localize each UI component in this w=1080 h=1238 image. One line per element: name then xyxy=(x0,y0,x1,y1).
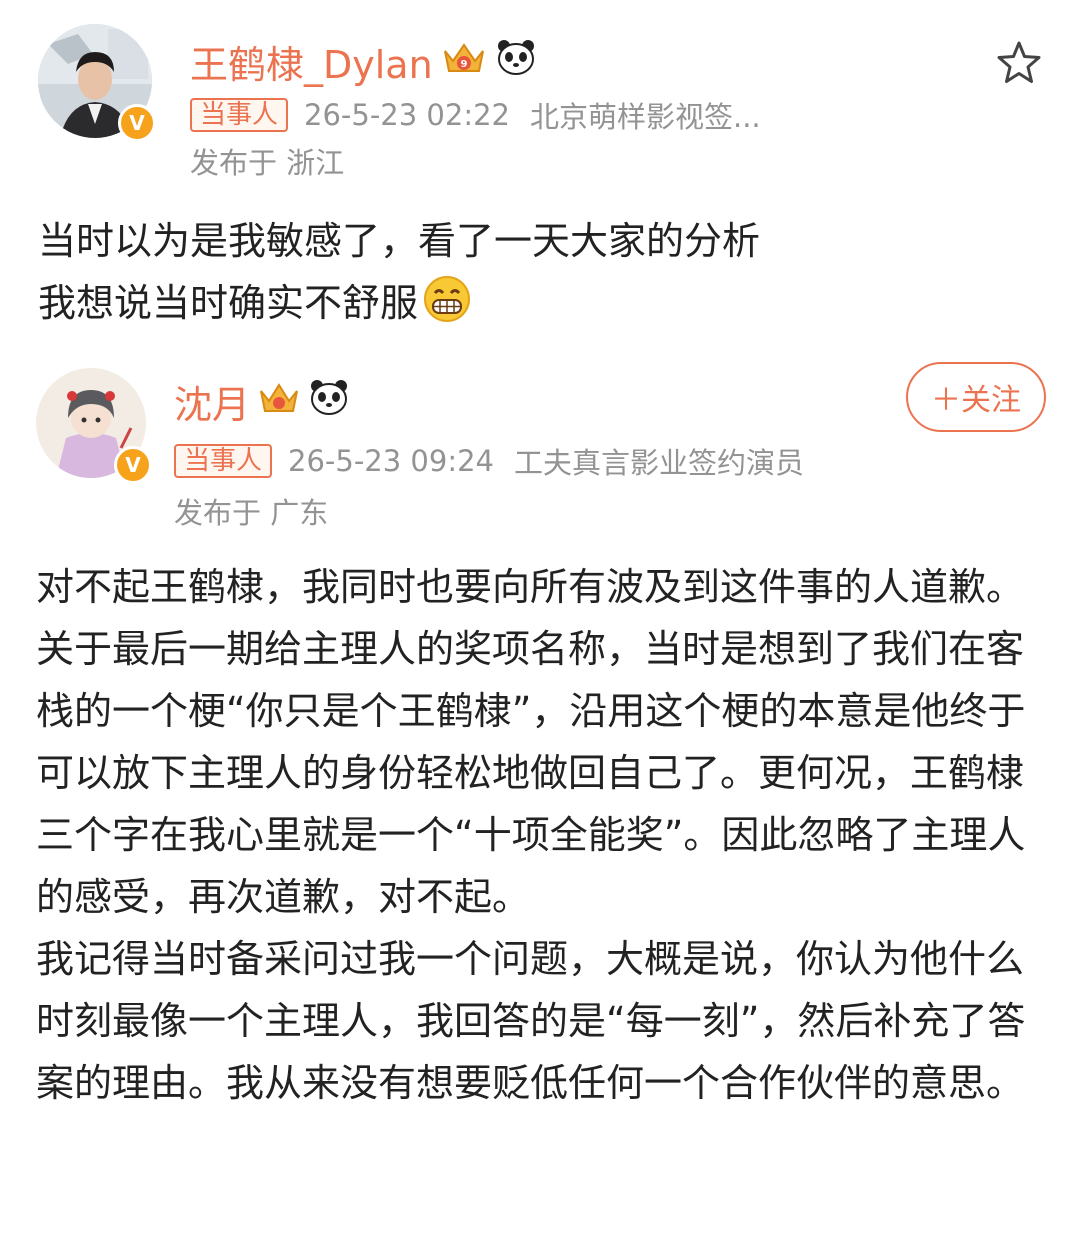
avatar[interactable]: V xyxy=(36,368,152,484)
author-name[interactable]: 沈月 xyxy=(174,374,350,429)
party-tag: 当事人 xyxy=(174,444,273,478)
post-time: 26-5-23 02:22 xyxy=(304,98,510,132)
post-content: 当时以为是我敏感了，看了一天大家的分析 我想说当时确实不舒服 xyxy=(38,210,1058,342)
post-location: 发布于 广东 xyxy=(174,496,329,530)
post-time: 26-5-23 09:24 xyxy=(288,444,494,478)
panda-icon xyxy=(495,37,537,86)
author-name[interactable]: 王鹤棣_Dylan 9 xyxy=(190,34,537,89)
content-line-with-emoji: 我想说当时确实不舒服 xyxy=(38,272,1058,342)
crown-vip-icon xyxy=(258,377,300,426)
author-name-text[interactable]: 沈月 xyxy=(174,374,250,429)
content-paragraph: 对不起王鹤棣，我同时也要向所有波及到这件事的人道歉。 xyxy=(36,565,1025,609)
post-content: 对不起王鹤棣，我同时也要向所有波及到这件事的人道歉。 关于最后一期给主理人的奖项… xyxy=(36,556,1048,1114)
post-source[interactable]: 北京萌样影视签... xyxy=(530,94,761,136)
post-meta: 当事人 26-5-23 09:24 工夫真言影业签约演员 xyxy=(174,440,824,482)
panda-icon xyxy=(308,377,350,426)
avatar[interactable]: V xyxy=(38,24,156,142)
content-line: 我想说当时确实不舒服 xyxy=(38,281,419,325)
verified-v-icon: V xyxy=(118,104,156,142)
post-location: 发布于 浙江 xyxy=(190,146,345,180)
party-tag: 当事人 xyxy=(190,98,289,132)
verified-v-icon: V xyxy=(114,446,152,484)
author-name-text[interactable]: 王鹤棣_Dylan xyxy=(190,34,433,89)
follow-button[interactable]: ＋关注 xyxy=(906,362,1046,432)
post-source[interactable]: 工夫真言影业签约演员 xyxy=(514,440,804,482)
content-paragraph: 关于最后一期给主理人的奖项名称，当时是想到了我们在客栈的一个梗“你只是个王鹤棣”… xyxy=(36,627,1026,919)
svg-text:9: 9 xyxy=(460,59,467,70)
content-line: 当时以为是我敏感了，看了一天大家的分析 xyxy=(38,219,761,263)
post-meta: 当事人 26-5-23 02:22 北京萌样影视签... xyxy=(190,94,781,136)
content-paragraph: 我记得当时备采问过我一个问题，大概是说，你认为他什么时刻最像一个主理人，我回答的… xyxy=(36,937,1026,1105)
crown-vip-icon: 9 xyxy=(441,37,487,86)
grin-emoji-icon xyxy=(422,274,472,342)
star-icon[interactable] xyxy=(994,38,1044,88)
